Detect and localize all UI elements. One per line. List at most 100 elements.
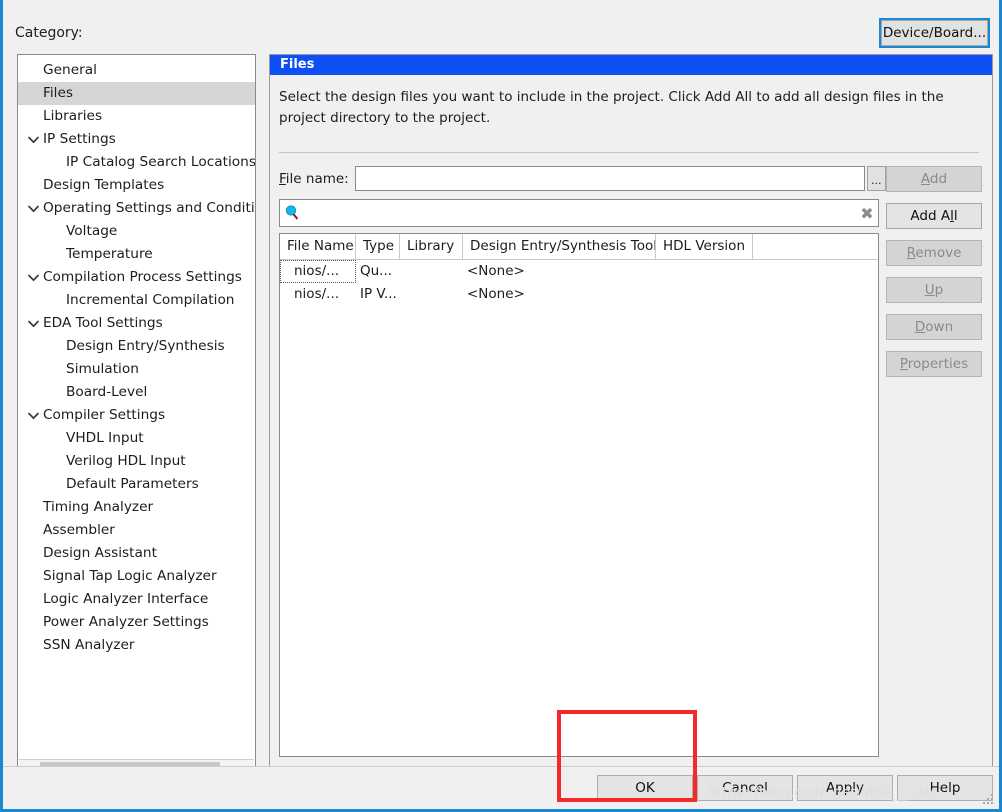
- table-cell-file-name[interactable]: nios/...: [280, 260, 356, 283]
- sidebar-item-signal-tap-logic-analyzer[interactable]: Signal Tap Logic Analyzer: [18, 565, 255, 588]
- sidebar-item-label: Design Assistant: [43, 545, 157, 561]
- sidebar-item-label: IP Settings: [43, 131, 116, 147]
- table-cell-library[interactable]: [400, 283, 463, 306]
- category-label: Category:: [15, 25, 83, 41]
- sidebar-item-verilog-hdl-input[interactable]: Verilog HDL Input: [18, 450, 255, 473]
- sidebar-item-label: Power Analyzer Settings: [43, 614, 209, 630]
- chevron-down-icon[interactable]: [26, 404, 40, 427]
- sidebar-item-default-parameters[interactable]: Default Parameters: [18, 473, 255, 496]
- table-column-header[interactable]: HDL Version: [656, 234, 753, 259]
- dialog-button-bar: OK Cancel Apply Help: [3, 766, 999, 809]
- table-column-header[interactable]: File Name: [280, 234, 356, 259]
- sidebar-item-timing-analyzer[interactable]: Timing Analyzer: [18, 496, 255, 519]
- sidebar-item-design-entry-synthesis[interactable]: Design Entry/Synthesis: [18, 335, 255, 358]
- table-body[interactable]: nios/... Qu... <None> nios/... IP V... <None>: [280, 260, 878, 306]
- sidebar-item-label: Operating Settings and Conditions: [43, 200, 255, 216]
- apply-button[interactable]: Apply: [797, 775, 893, 801]
- table-column-header[interactable]: [753, 234, 878, 259]
- table-cell-hdl-version[interactable]: [656, 260, 753, 283]
- sidebar-item-general[interactable]: General: [18, 59, 255, 82]
- sidebar-item-label: Design Entry/Synthesis: [66, 338, 225, 354]
- search-icon: [284, 204, 302, 222]
- sidebar-item-compiler-settings[interactable]: Compiler Settings: [18, 404, 255, 427]
- sidebar-item-simulation[interactable]: Simulation: [18, 358, 255, 381]
- settings-dialog: Category: Device/Board... General Files Li…: [0, 0, 1002, 812]
- sidebar-item-label: SSN Analyzer: [43, 637, 135, 653]
- file-name-input[interactable]: [354, 166, 865, 191]
- sidebar-item-eda-tool-settings[interactable]: EDA Tool Settings: [18, 312, 255, 335]
- table-row[interactable]: nios/... Qu... <None>: [280, 260, 878, 283]
- resize-grip-icon[interactable]: [982, 793, 993, 804]
- remove-button[interactable]: Remove: [886, 240, 982, 266]
- file-name-row: File name: ...: [279, 166, 886, 191]
- sidebar-item-label: Files: [43, 85, 74, 101]
- sidebar-item-assembler[interactable]: Assembler: [18, 519, 255, 542]
- sidebar-item-label: EDA Tool Settings: [43, 315, 163, 331]
- table-column-header[interactable]: Design Entry/Synthesis Tool: [463, 234, 656, 259]
- sidebar-item-label: Compiler Settings: [43, 407, 166, 423]
- table-cell-file-name[interactable]: nios/...: [280, 283, 356, 306]
- sidebar-item-operating-settings-and-conditions[interactable]: Operating Settings and Conditions: [18, 197, 255, 220]
- table-cell-extra[interactable]: [753, 260, 878, 283]
- table-cell-type[interactable]: Qu...: [356, 260, 400, 283]
- files-table[interactable]: File Name Type Library Design Entry/Synthes…: [279, 233, 879, 757]
- table-cell-extra[interactable]: [753, 283, 878, 306]
- table-cell-type[interactable]: IP V...: [356, 283, 400, 306]
- table-column-header[interactable]: Library: [400, 234, 463, 259]
- sidebar-item-files[interactable]: Files: [18, 82, 255, 105]
- search-bar[interactable]: ✖: [279, 199, 879, 227]
- ok-button[interactable]: OK: [597, 775, 693, 801]
- table-row[interactable]: nios/... IP V... <None>: [280, 283, 878, 306]
- sidebar-item-ip-settings[interactable]: IP Settings: [18, 128, 255, 151]
- properties-button[interactable]: Properties: [886, 351, 982, 377]
- sidebar-item-ip-catalog-search-locations[interactable]: IP Catalog Search Locations: [18, 151, 255, 174]
- sidebar-item-label: Board-Level: [66, 384, 148, 400]
- chevron-down-icon[interactable]: [26, 197, 40, 220]
- table-column-header[interactable]: Type: [356, 234, 400, 259]
- sidebar-item-board-level[interactable]: Board-Level: [18, 381, 255, 404]
- search-input[interactable]: [302, 200, 856, 226]
- panel-title: Files: [270, 55, 992, 75]
- up-button[interactable]: Up: [886, 277, 982, 303]
- file-name-label: File name:: [279, 170, 349, 187]
- help-button[interactable]: Help: [897, 775, 993, 801]
- sidebar-item-design-assistant[interactable]: Design Assistant: [18, 542, 255, 565]
- sidebar-item-label: Design Templates: [43, 177, 165, 193]
- sidebar-item-ssn-analyzer[interactable]: SSN Analyzer: [18, 634, 255, 657]
- table-cell-tool[interactable]: <None>: [463, 283, 656, 306]
- down-button[interactable]: Down: [886, 314, 982, 340]
- sidebar-item-label: Temperature: [66, 246, 153, 262]
- sidebar-item-power-analyzer-settings[interactable]: Power Analyzer Settings: [18, 611, 255, 634]
- table-cell-library[interactable]: [400, 260, 463, 283]
- clear-search-icon[interactable]: ✖: [856, 204, 878, 223]
- sidebar-item-label: Timing Analyzer: [43, 499, 154, 515]
- sidebar-item-temperature[interactable]: Temperature: [18, 243, 255, 266]
- sidebar-item-label: Voltage: [66, 223, 118, 239]
- add-button[interactable]: Add: [886, 166, 982, 192]
- table-cell-hdl-version[interactable]: [656, 283, 753, 306]
- device-board-button[interactable]: Device/Board...: [879, 18, 990, 48]
- sidebar-item-label: Default Parameters: [66, 476, 199, 492]
- sidebar-item-design-templates[interactable]: Design Templates: [18, 174, 255, 197]
- category-tree-list[interactable]: General Files Libraries IP Settings IP Catal…: [18, 59, 255, 758]
- sidebar-item-label: Compilation Process Settings: [43, 269, 242, 285]
- add-all-button[interactable]: Add All: [886, 203, 982, 229]
- cancel-button[interactable]: Cancel: [697, 775, 793, 801]
- browse-button[interactable]: ...: [866, 166, 886, 191]
- files-panel: Files Select the design files you want t…: [269, 54, 993, 770]
- sidebar-item-incremental-compilation[interactable]: Incremental Compilation: [18, 289, 255, 312]
- chevron-down-icon[interactable]: [26, 128, 40, 151]
- sidebar-item-voltage[interactable]: Voltage: [18, 220, 255, 243]
- sidebar-item-logic-analyzer-interface[interactable]: Logic Analyzer Interface: [18, 588, 255, 611]
- sidebar-item-label: Incremental Compilation: [66, 292, 235, 308]
- table-cell-tool[interactable]: <None>: [463, 260, 656, 283]
- chevron-down-icon[interactable]: [26, 266, 40, 289]
- sidebar-item-compilation-process-settings[interactable]: Compilation Process Settings: [18, 266, 255, 289]
- sidebar-item-libraries[interactable]: Libraries: [18, 105, 255, 128]
- sidebar-item-label: Logic Analyzer Interface: [43, 591, 209, 607]
- sidebar-item-vhdl-input[interactable]: VHDL Input: [18, 427, 255, 450]
- category-tree[interactable]: General Files Libraries IP Settings IP Catal…: [17, 54, 256, 784]
- sidebar-item-label: Assembler: [43, 522, 115, 538]
- chevron-down-icon[interactable]: [26, 312, 40, 335]
- divider: [279, 152, 979, 153]
